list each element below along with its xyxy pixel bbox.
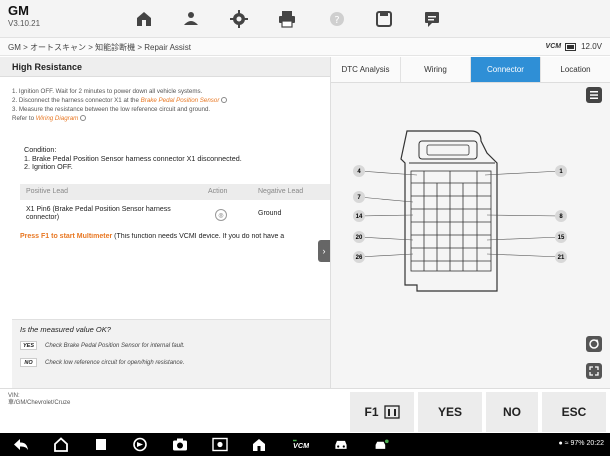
yes-option: YES Check Brake Pedal Position Sensor fo… (20, 341, 185, 350)
connector-diagram: 4 1 7 14 8 20 15 26 21 (353, 130, 567, 292)
esc-button[interactable]: ESC (542, 392, 606, 432)
pin-label: 15 (558, 235, 565, 241)
clock: 20:22 (586, 440, 604, 447)
recents-icon[interactable] (93, 437, 109, 452)
step-2: 2. Disconnect the harness connector X1 a… (12, 96, 324, 105)
yes-button[interactable]: YES (418, 392, 482, 432)
breadcrumb: GM > オートスキャン > 知能診断機 > Repair Assist (8, 43, 191, 52)
condition-line: 2. Ignition OFF. (24, 162, 73, 171)
pin-label: 26 (356, 255, 363, 261)
voltage-label: 12.0V (581, 42, 602, 51)
tab-wiring[interactable]: Wiring (401, 57, 471, 82)
connection-status: VCM 12.0V (546, 42, 602, 51)
back-icon[interactable] (13, 437, 29, 452)
app-home-icon[interactable] (251, 437, 267, 452)
positive-lead: X1 Pin6 (Brake Pedal Position Sensor har… (26, 206, 171, 221)
step-3-ref: Refer to Wiring Diagram (12, 114, 324, 123)
info-icon[interactable] (221, 97, 228, 104)
no-text: Check low reference circuit for open/hig… (45, 359, 185, 366)
diagram-tabs: DTC Analysis Wiring Connector Location (331, 57, 610, 83)
make-label: GM (8, 3, 29, 18)
repair-assist-panel: High Resistance 1. Ignition OFF. Wait fo… (0, 57, 330, 388)
print-icon[interactable] (277, 9, 297, 29)
battery-level: 97% (570, 440, 585, 447)
pin-label: 20 (356, 235, 363, 241)
system-status: ● ≈ 97% 20:22 (559, 440, 604, 447)
message-icon[interactable] (422, 9, 442, 29)
save-icon[interactable] (374, 9, 394, 29)
svg-text:?: ? (334, 15, 339, 26)
tab-dtc-analysis[interactable]: DTC Analysis (331, 57, 401, 82)
negative-lead: Ground (258, 210, 282, 217)
camera-icon[interactable] (172, 437, 188, 452)
pin-label: 14 (356, 214, 363, 220)
multimeter-action-button[interactable]: ◎ (215, 209, 227, 221)
panel-title: High Resistance (0, 57, 330, 77)
column-header: Positive Lead (26, 188, 69, 195)
step-3: 3. Measure the resistance between the lo… (12, 106, 211, 113)
vehicle-brand: GM V3.10.21 (8, 4, 40, 30)
wifi-icon: ≈ (564, 440, 569, 447)
vehicle-service-icon[interactable] (181, 9, 201, 29)
question-title: Is the measured value OK? (20, 325, 111, 334)
list-icon[interactable] (586, 87, 602, 103)
tab-location[interactable]: Location (541, 57, 610, 82)
car-diagnose-icon[interactable] (331, 437, 351, 452)
multimeter-hint-highlight: Press F1 to start Multimeter (20, 233, 113, 240)
no-badge: NO (20, 358, 37, 367)
refresh-icon[interactable] (586, 336, 602, 352)
screenshot-icon[interactable] (212, 437, 228, 452)
breadcrumb-bar: GM > オートスキャン > 知能診断機 > Repair Assist VCM… (0, 38, 610, 56)
step-1: 1. Ignition OFF. Wait for 2 minutes to p… (12, 88, 203, 95)
table-row: X1 Pin6 (Brake Pedal Position Sensor har… (20, 203, 330, 231)
svg-text:VCM: VCM (293, 441, 309, 450)
android-home-icon[interactable] (53, 437, 69, 452)
sensor-link[interactable]: Brake Pedal Position Sensor (141, 97, 220, 104)
column-header: Action (208, 188, 228, 195)
vcm-status: VCM (545, 43, 562, 50)
version-label: V3.10.21 (8, 19, 41, 28)
help-icon[interactable]: ? (327, 9, 347, 29)
procedure-steps: 1. Ignition OFF. Wait for 2 minutes to p… (12, 87, 324, 123)
pin-label: 21 (558, 255, 565, 261)
settings-icon[interactable] (229, 9, 249, 29)
no-option: NO Check low reference circuit for open/… (20, 358, 184, 367)
location-icon: ● (558, 440, 563, 447)
column-header: Negative Lead (258, 188, 304, 195)
system-navbar: VCM ● ≈ 97% 20:22 (0, 433, 610, 456)
vin-label: VIN: (8, 393, 20, 399)
vehicle-path: 車/GM/Chevrolet/Cruze (8, 400, 71, 406)
result-question: Is the measured value OK? YES Check Brak… (12, 319, 330, 388)
tab-connector[interactable]: Connector (471, 57, 541, 82)
scroll-right-icon[interactable]: › (318, 240, 330, 262)
wiring-diagram-link[interactable]: Wiring Diagram (36, 115, 79, 122)
yes-text: Check Brake Pedal Position Sensor for in… (45, 342, 185, 349)
condition-block: Condition: 1. Brake Pedal Position Senso… (24, 145, 242, 172)
vcm-icon[interactable]: VCM (290, 437, 312, 452)
f1-multimeter-button[interactable]: F1 (350, 392, 414, 432)
info-icon[interactable] (80, 115, 87, 122)
no-button[interactable]: NO (486, 392, 538, 432)
top-toolbar: GM V3.10.21 ? (0, 0, 610, 38)
multimeter-icon (383, 405, 400, 419)
vehicle-info: VIN: 車/GM/Chevrolet/Cruze (8, 393, 70, 407)
yes-badge: YES (20, 341, 37, 350)
multimeter-hint: Press F1 to start Multimeter (This funct… (20, 233, 285, 240)
diagram-panel: DTC Analysis Wiring Connector Location 4… (330, 57, 610, 388)
table-header: Positive Lead Action Negative Lead (20, 184, 330, 200)
home-icon[interactable] (134, 9, 154, 29)
browser-icon[interactable] (132, 437, 148, 452)
service-icon[interactable] (372, 437, 392, 452)
fullscreen-icon[interactable] (586, 363, 602, 379)
battery-icon (565, 42, 577, 51)
footer-bar: VIN: 車/GM/Chevrolet/Cruze F1 YES NO ESC (0, 388, 610, 433)
